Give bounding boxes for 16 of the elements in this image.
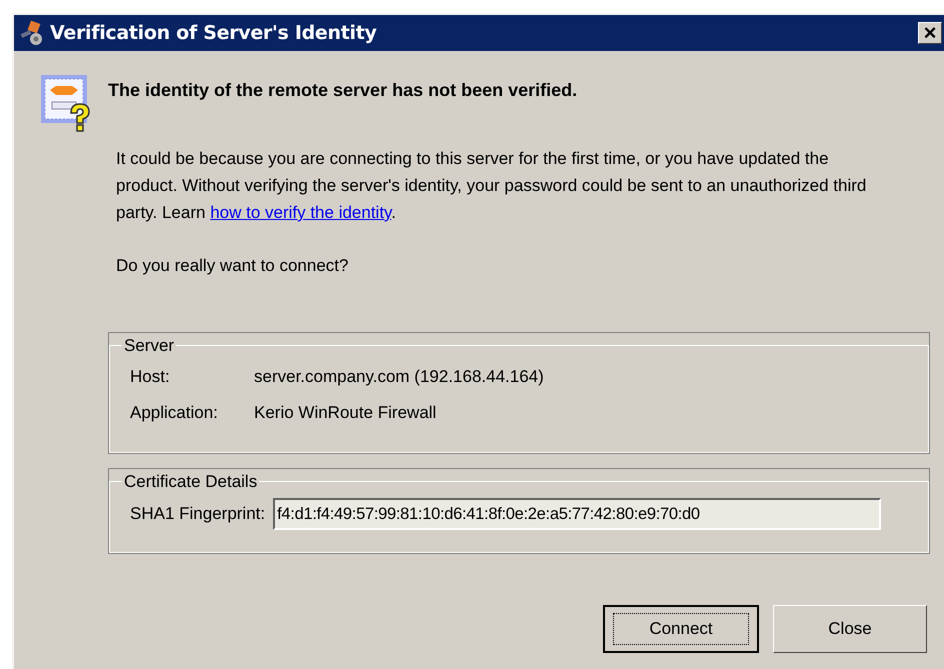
message-text: It could be because you are connecting to this server for the first time, or you have updated the product. Without verifying the server's identity, your password could be sent to an unauthorized third party. Learn how to verify the identity. xyxy=(116,148,868,224)
close-button[interactable]: × xyxy=(918,22,942,44)
field-value: server.company.com (192.168.44.164) xyxy=(254,366,545,388)
field-label: SHA1 Fingerprint: xyxy=(130,503,266,526)
window-title: Verification of Server's Identity xyxy=(50,20,377,46)
dialog-button[interactable]: Connect xyxy=(603,604,759,652)
fingerprint-field[interactable]: f4:d1:f4:49:57:99:81:10:d6:41:8f:0e:2e:a5:77:42:80:e9:70:d0 xyxy=(273,498,882,530)
field-label: Application: xyxy=(130,402,219,424)
dialog-heading: The identity of the remote server has not been verified. xyxy=(108,79,578,102)
group-legend: Server xyxy=(122,332,176,358)
field-label: Host: xyxy=(130,366,171,388)
group-legend: Certificate Details xyxy=(122,468,260,494)
help-link[interactable]: how to verify the identity xyxy=(210,203,392,222)
dialog-button[interactable]: Close xyxy=(773,604,927,652)
question-text: Do you really want to connect? xyxy=(116,255,350,277)
field-value: Kerio WinRoute Firewall xyxy=(254,402,438,424)
